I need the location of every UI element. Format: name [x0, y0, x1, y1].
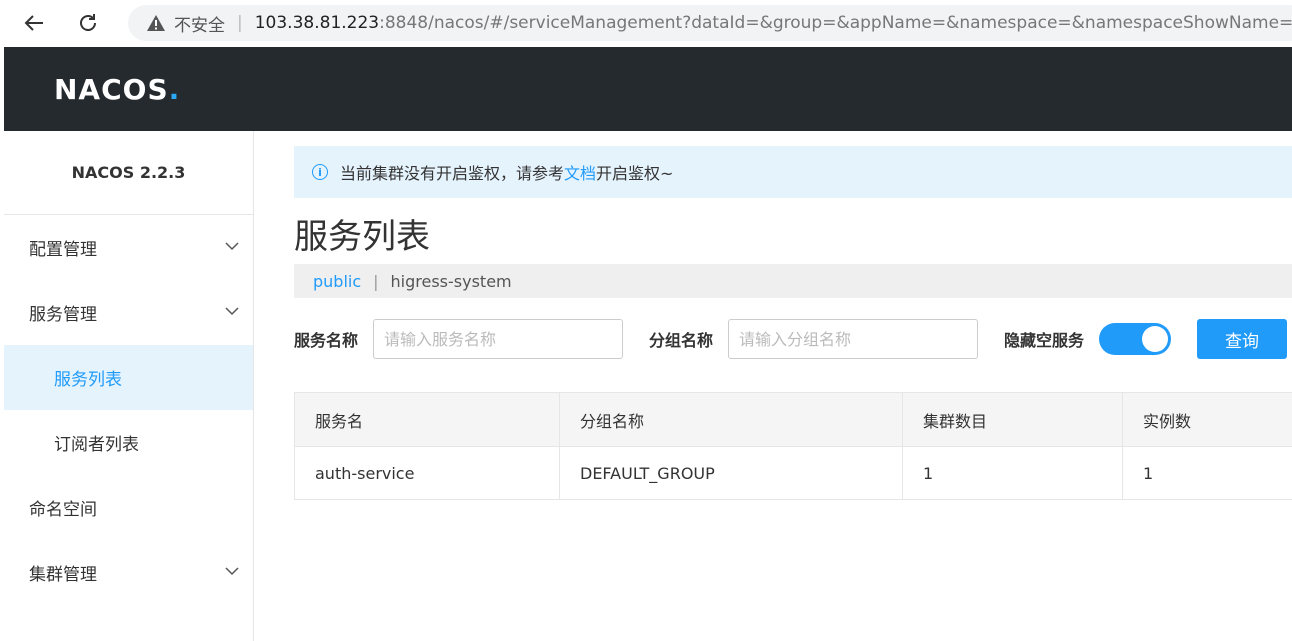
column-header-group-name[interactable]: 分组名称 [559, 392, 903, 447]
reload-icon[interactable] [70, 5, 106, 41]
insecure-label[interactable]: 不安全 [174, 11, 225, 36]
query-button[interactable]: 查询 [1197, 319, 1288, 359]
cell-service-name: auth-service [294, 446, 560, 500]
back-arrow-icon[interactable] [16, 5, 52, 41]
column-header-instance-count[interactable]: 实例数 [1122, 392, 1292, 447]
sidebar-item-label: 订阅者列表 [54, 435, 139, 455]
namespace-separator: | [373, 271, 379, 291]
namespace-higress-system[interactable]: higress-system [391, 272, 512, 291]
sidebar-item-subscriber-list[interactable]: 订阅者列表 [4, 410, 253, 475]
column-header-cluster-count[interactable]: 集群数目 [902, 392, 1123, 447]
nacos-logo[interactable]: NACOS. [54, 73, 180, 106]
chevron-down-icon [225, 307, 239, 316]
filter-row: 服务名称 分组名称 隐藏空服务 查询 [294, 319, 1292, 359]
info-icon: i [312, 164, 328, 180]
address-separator: | [237, 13, 243, 33]
logo-dot: . [168, 73, 181, 106]
auth-notice: i 当前集群没有开启鉴权，请参考 文档 开启鉴权~ [294, 146, 1292, 198]
sidebar-item-label: 集群管理 [29, 565, 97, 585]
doc-link[interactable]: 文档 [564, 160, 596, 184]
sidebar-item-config-management[interactable]: 配置管理 [4, 215, 253, 280]
warning-icon[interactable] [146, 14, 166, 32]
sidebar-item-label: 配置管理 [29, 240, 97, 260]
sidebar-item-label: 命名空间 [29, 500, 97, 520]
toggle-knob [1142, 326, 1169, 352]
sidebar-item-service-list[interactable]: 服务列表 [4, 345, 253, 410]
service-name-input[interactable] [373, 319, 624, 359]
group-name-label: 分组名称 [649, 331, 714, 350]
table-header-row: 服务名 分组名称 集群数目 实例数 [294, 392, 1292, 447]
url-host: 103.38.81.223 [254, 13, 380, 33]
sidebar-item-cluster-management[interactable]: 集群管理 [4, 540, 253, 605]
sidebar-item-service-management[interactable]: 服务管理 [4, 280, 253, 345]
url-path: :8848/nacos/#/serviceManagement?dataId=&… [379, 13, 1292, 33]
notice-text-before: 当前集群没有开启鉴权，请参考 [340, 164, 565, 183]
main-content: i 当前集群没有开启鉴权，请参考 文档 开启鉴权~ 服务列表 public | hi… [254, 131, 1292, 641]
namespace-public[interactable]: public [313, 272, 361, 291]
cell-instance-count: 1 [1122, 446, 1292, 500]
version-label: NACOS 2.2.3 [4, 131, 253, 215]
hide-empty-label: 隐藏空服务 [1004, 331, 1085, 350]
page-title: 服务列表 [294, 217, 430, 257]
app-header: NACOS. [4, 47, 1292, 131]
sidebar-item-namespace[interactable]: 命名空间 [4, 475, 253, 540]
table-row: auth-service DEFAULT_GROUP 1 1 [294, 446, 1292, 500]
sidebar-item-label: 服务列表 [54, 370, 122, 390]
browser-toolbar: 不安全 | 103.38.81.223 :8848/nacos/#/servic… [0, 0, 1292, 46]
column-header-service-name[interactable]: 服务名 [294, 392, 560, 447]
service-table: 服务名 分组名称 集群数目 实例数 auth-service DEFAULT_G… [294, 392, 1292, 500]
cell-group-name: DEFAULT_GROUP [559, 446, 903, 500]
cell-cluster-count: 1 [902, 446, 1123, 500]
sidebar: NACOS 2.2.3 配置管理 服务管理 服务列表 订阅者列表 命名空间 集群… [4, 131, 254, 641]
sidebar-item-label: 服务管理 [29, 305, 97, 325]
logo-text: NACOS [54, 73, 169, 106]
hide-empty-toggle[interactable] [1099, 323, 1172, 355]
service-name-label: 服务名称 [294, 331, 359, 350]
group-name-input[interactable] [728, 319, 979, 359]
notice-text-after: 开启鉴权~ [596, 164, 674, 183]
chevron-down-icon [225, 242, 239, 251]
namespace-bar: public | higress-system [294, 264, 1292, 298]
chevron-down-icon [225, 567, 239, 576]
address-bar[interactable]: 不安全 | 103.38.81.223 :8848/nacos/#/servic… [128, 5, 1292, 41]
